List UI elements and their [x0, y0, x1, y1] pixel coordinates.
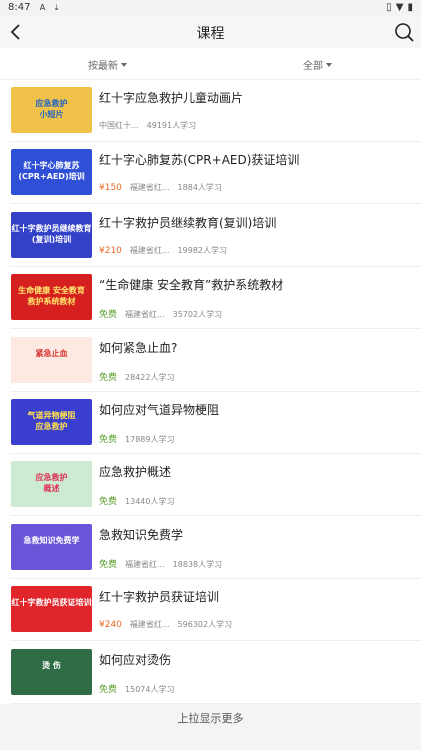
- course-list-item[interactable]: 红十字救护员继续教育 (复训)培训 红十字救护员继续教育(复训)培训 ¥210 福建省…: [0, 205, 421, 267]
- course-thumbnail: 红十字救护员获证培训: [11, 586, 92, 633]
- course-learner-count: 49191人学习: [146, 121, 197, 130]
- course-price: ¥210: [99, 245, 122, 256]
- status-right-icons: ▯ ▼ ▮: [386, 2, 413, 13]
- wifi-icon: ▼: [395, 2, 404, 13]
- course-meta: ¥240 福建省红... 596302人学习: [99, 619, 232, 630]
- course-title: 红十字应急救护儿童动画片: [99, 91, 244, 105]
- course-list-item[interactable]: 应急救护 概述 应急救护概述免费 13440人学习: [0, 454, 421, 517]
- course-thumbnail-text: 应急救护 概述: [35, 473, 68, 494]
- course-title: 红十字救护员继续教育(复训)培训: [99, 215, 277, 230]
- course-meta: 免费 福建省红... 18838人学习: [99, 557, 222, 570]
- course-thumbnail-text: 生命健康 安全教育 救护系统教材: [18, 286, 85, 307]
- course-title: 红十字救护员获证培训: [99, 590, 220, 605]
- course-list-item[interactable]: 急救知识免费学 急救知识免费学 免费 福建省红... 18838人学习: [0, 517, 421, 579]
- course-learner-count: 1884人学习: [177, 183, 222, 193]
- course-thumbnail: 红十字救护员继续教育 (复训)培训: [11, 211, 92, 258]
- course-learner-count: 35702人学习: [172, 310, 223, 320]
- status-bar: 8:47 A ⤓ ▯ ▼ ▮: [0, 0, 421, 16]
- course-thumbnail: 气道异物梗阻 应急救护: [11, 399, 92, 445]
- download-icon: ⤓: [54, 3, 59, 12]
- course-thumbnail-text: 红十字心肺复苏 (CPR+AED)培训: [18, 161, 85, 182]
- sort-filter-dropdown[interactable]: 按最新: [88, 57, 127, 72]
- course-meta: 免费 17889人学习: [99, 432, 174, 445]
- course-learner-count: 596302人学习: [177, 620, 233, 630]
- course-list-item[interactable]: 烫 伤 如何应对烫伤免费 15074人学习: [0, 642, 421, 704]
- course-learner-count: 15074人学习: [125, 684, 175, 694]
- course-list-item[interactable]: 紧急止血 如何紧急止血? 免费 28422人学习: [0, 330, 421, 392]
- course-thumbnail-text: 急救知识免费学: [23, 535, 80, 545]
- course-learner-count: 13440人学习: [125, 497, 175, 507]
- course-learner-count: 18838人学习: [172, 559, 223, 569]
- course-list-item[interactable]: 生命健康 安全教育 救护系统教材 “生命健康 安全教育”救护系统教材 免费 福建省红.…: [0, 267, 421, 330]
- course-meta: ¥150 福建省红... 1884人学习: [99, 182, 222, 193]
- course-provider: 福建省红...: [129, 183, 170, 193]
- course-provider: 福建省红...: [125, 559, 165, 569]
- course-meta: 中国红十... 49191人学习: [99, 120, 196, 131]
- course-title: 如何应对气道异物梗阻: [99, 403, 220, 417]
- course-thumbnail-text: 气道异物梗阻 应急救护: [27, 411, 76, 431]
- course-price: 免费: [99, 372, 118, 383]
- course-provider: 中国红十...: [99, 121, 139, 130]
- course-title: 如何紧急止血?: [99, 340, 178, 355]
- course-price: ¥240: [99, 620, 122, 631]
- filter-bar: 按最新 全部: [0, 48, 421, 80]
- course-thumbnail-text: 红十字救护员继续教育 (复训)培训: [11, 223, 92, 244]
- course-provider: 福建省红...: [129, 620, 170, 630]
- course-thumbnail-text: 烫 伤: [42, 660, 61, 670]
- course-meta: 免费 28422人学习: [99, 370, 174, 383]
- course-thumbnail: 烫 伤: [11, 648, 92, 695]
- course-title: “生命健康 安全教育”救护系统教材: [99, 278, 284, 293]
- course-meta: 免费 15074人学习: [99, 682, 174, 695]
- course-thumbnail: 应急救护 概述: [11, 461, 92, 508]
- course-list-item[interactable]: 气道异物梗阻 应急救护 如何应对气道异物梗阻免费 17889人学习: [0, 392, 421, 454]
- status-time: 8:47: [8, 2, 31, 13]
- notification-a-icon: A: [39, 3, 46, 12]
- load-more-hint[interactable]: 上拉显示更多: [0, 704, 421, 734]
- search-icon[interactable]: [393, 21, 415, 43]
- course-title: 如何应对烫伤: [99, 652, 172, 667]
- caret-down-icon: [326, 62, 332, 67]
- course-meta: 免费 13440人学习: [99, 494, 174, 507]
- category-filter-dropdown[interactable]: 全部: [303, 57, 332, 72]
- course-provider: 福建省红...: [125, 310, 165, 320]
- course-meta: 免费 福建省红... 35702人学习: [99, 307, 222, 320]
- category-filter-label: 全部: [303, 61, 323, 72]
- page-title: 课程: [196, 26, 225, 42]
- bottom-strip: [0, 734, 421, 750]
- course-title: 红十字心肺复苏(CPR+AED)获证培训: [99, 153, 300, 168]
- course-price: 免费: [99, 497, 118, 508]
- course-learner-count: 28422人学习: [125, 372, 175, 382]
- course-price: 免费: [99, 310, 118, 321]
- course-list-item[interactable]: 红十字心肺复苏 (CPR+AED)培训 红十字心肺复苏(CPR+AED)获证培训 ¥…: [0, 142, 421, 205]
- course-thumbnail: 急救知识免费学: [11, 523, 92, 570]
- sort-filter-label: 按最新: [88, 61, 118, 72]
- course-price: 免费: [99, 684, 118, 695]
- course-title: 急救知识免费学: [99, 527, 184, 542]
- course-price: 免费: [99, 435, 118, 445]
- course-thumbnail-text: 紧急止血: [35, 348, 68, 358]
- course-provider: 福建省红...: [129, 245, 170, 255]
- course-list-item[interactable]: 应急救护 小短片 红十字应急救护儿童动画片中国红十... 49191人学习: [0, 80, 421, 142]
- course-learner-count: 19982人学习: [177, 245, 227, 255]
- course-learner-count: 17889人学习: [125, 435, 175, 444]
- course-thumbnail: 紧急止血: [11, 336, 92, 383]
- course-title: 应急救护概述: [99, 465, 172, 480]
- course-price: ¥150: [99, 183, 122, 194]
- battery-icon: ▮: [407, 2, 413, 13]
- course-price: 免费: [99, 559, 118, 570]
- course-thumbnail: 红十字心肺复苏 (CPR+AED)培训: [11, 149, 92, 196]
- course-meta: ¥210 福建省红... 19982人学习: [99, 245, 227, 256]
- caret-down-icon: [121, 62, 127, 67]
- vibrate-icon: ▯: [386, 2, 392, 13]
- course-thumbnail: 应急救护 小短片: [11, 87, 92, 133]
- app-bar: 课程: [0, 16, 421, 48]
- course-thumbnail-text: 应急救护 小短片: [35, 99, 68, 119]
- course-list-item[interactable]: 红十字救护员获证培训 红十字救护员获证培训 ¥240 福建省红... 596302人学习: [0, 579, 421, 642]
- course-thumbnail-text: 红十字救护员获证培训: [11, 598, 92, 608]
- course-thumbnail: 生命健康 安全教育 救护系统教材: [11, 274, 92, 321]
